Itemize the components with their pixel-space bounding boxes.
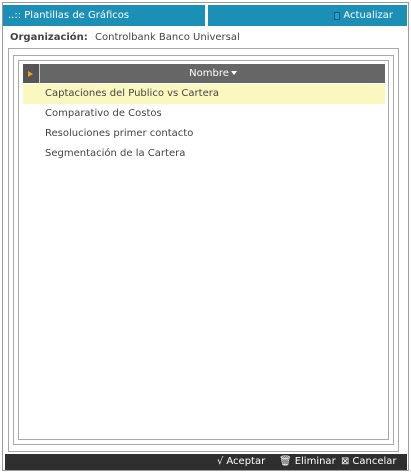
column-header-label: Nombre <box>189 68 229 79</box>
organization-info: Organización: Controlbank Banco Universa… <box>10 32 240 43</box>
delete-label: Eliminar <box>294 456 336 467</box>
grid-header: Nombre <box>23 64 385 83</box>
list-item-label: Comparativo de Costos <box>45 108 162 119</box>
title-bar: ..:: Plantillas de Gráficos <box>3 5 205 26</box>
list-item[interactable]: Resoluciones primer contacto <box>23 124 385 144</box>
trash-icon: 🗑 <box>279 456 292 467</box>
cancel-icon: ⊠ <box>341 456 350 467</box>
organization-label: Organización: <box>10 32 88 43</box>
dialog-title: ..:: Plantillas de Gráficos <box>8 10 130 21</box>
list-item-label: Segmentación de la Cartera <box>45 148 186 159</box>
row-selector-header[interactable] <box>23 64 40 83</box>
check-icon: √ <box>217 456 224 467</box>
arrow-right-icon <box>28 71 33 77</box>
sort-desc-icon <box>230 71 237 75</box>
list-item[interactable]: Segmentación de la Cartera <box>23 144 385 164</box>
refresh-label: Actualizar <box>343 10 393 21</box>
list-item[interactable]: Comparativo de Costos <box>23 104 385 124</box>
accept-label: Aceptar <box>226 456 266 467</box>
footer-toolbar: √ Aceptar 🗑 Eliminar ⊠ Cancelar <box>5 454 407 470</box>
list-item[interactable]: Captaciones del Publico vs Cartera <box>23 84 385 104</box>
cancel-button[interactable]: ⊠ Cancelar <box>341 454 397 470</box>
organization-value: Controlbank Banco Universal <box>95 32 240 43</box>
refresh-button[interactable]: Actualizar <box>208 5 407 26</box>
accept-button[interactable]: √ Aceptar <box>217 454 265 470</box>
column-header-nombre[interactable]: Nombre <box>41 64 385 83</box>
cancel-label: Cancelar <box>352 456 397 467</box>
list-item-label: Captaciones del Publico vs Cartera <box>45 88 219 99</box>
refresh-icon <box>334 11 341 20</box>
grid-rows: Captaciones del Publico vs Cartera Compa… <box>23 84 385 164</box>
delete-button[interactable]: 🗑 Eliminar <box>279 454 336 470</box>
list-item-label: Resoluciones primer contacto <box>45 128 194 139</box>
